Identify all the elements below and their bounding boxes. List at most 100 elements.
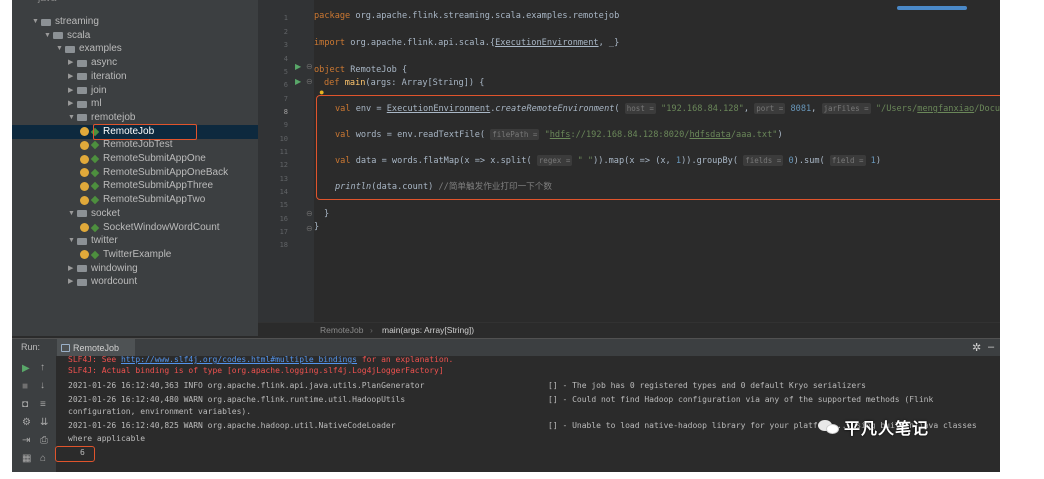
collapsed-arrow-icon[interactable]: ▶ xyxy=(68,262,77,276)
tree-item-label: TwitterExample xyxy=(103,248,172,260)
run-tab-remotejob[interactable]: RemoteJob xyxy=(57,339,135,357)
folder-icon xyxy=(77,278,87,286)
run-gutter-icon[interactable]: ▶ xyxy=(295,62,301,72)
line-number: 1 xyxy=(283,14,288,22)
folder-icon xyxy=(77,100,87,108)
tree-item-socket[interactable]: ▼ socket xyxy=(12,207,258,221)
tree-item-remotesubmitappthree[interactable]: RemoteSubmitAppThree xyxy=(12,179,258,193)
tree-item-twitter[interactable]: ▼ twitter xyxy=(12,234,258,248)
expanded-arrow-icon[interactable]: ▼ xyxy=(68,234,77,248)
tree-item-label: wordcount xyxy=(91,276,138,288)
watermark-text: 平凡人笔记 xyxy=(844,419,930,438)
expanded-arrow-icon[interactable]: ▼ xyxy=(56,42,65,56)
camera-icon[interactable]: ◘ xyxy=(22,400,28,410)
tree-item-examples[interactable]: ▼ examples xyxy=(12,42,258,56)
tree-item-label: iteration xyxy=(91,70,127,82)
executable-marker-icon xyxy=(90,154,100,164)
line-number: 6 xyxy=(283,81,288,89)
console-icon xyxy=(61,344,70,352)
folder-icon xyxy=(77,265,87,273)
tree-item-iteration[interactable]: ▶ iteration xyxy=(12,70,258,84)
watermark: 平凡人笔记 xyxy=(818,414,929,440)
tree-item-label: streaming xyxy=(55,16,99,27)
tree-item-ml[interactable]: ▶ ml xyxy=(12,97,258,111)
tree-item-socketwindowwordcount[interactable]: SocketWindowWordCount xyxy=(12,221,258,235)
collapsed-arrow-icon[interactable]: ▶ xyxy=(68,275,77,289)
tree-item-windowing[interactable]: ▶ windowing xyxy=(12,262,258,276)
run-gutter-icon[interactable]: ▶ xyxy=(295,77,301,87)
folder-icon xyxy=(77,114,87,122)
scroll-up-icon[interactable]: ↑ xyxy=(40,363,45,373)
collapsed-arrow-icon[interactable]: ▶ xyxy=(68,70,77,84)
tree-item-remotesubmitapponeback[interactable]: RemoteSubmitAppOneBack xyxy=(12,166,258,180)
print-icon[interactable]: ⎙ xyxy=(40,436,48,446)
line-number: 13 xyxy=(279,175,288,183)
project-tree[interactable]: java ▼streaming▼scala▼examples▶async▶ite… xyxy=(12,0,258,336)
fold-icon[interactable]: ⊖ xyxy=(306,224,313,234)
breadcrumb-item-method[interactable]: main(args: Array[String]) xyxy=(382,323,474,338)
fold-icon[interactable]: ⊖ xyxy=(306,77,313,87)
console-link[interactable]: http://www.slf4j.org/codes.html#multiple… xyxy=(121,356,357,364)
breadcrumb-item-object[interactable]: RemoteJob xyxy=(320,323,363,338)
executable-marker-icon xyxy=(90,223,100,232)
collapsed-arrow-icon[interactable]: ▶ xyxy=(68,56,77,70)
scroll-to-end-icon[interactable]: ⇊ xyxy=(40,418,48,428)
folder-icon xyxy=(65,45,75,53)
tree-item-label: examples xyxy=(79,43,122,55)
scala-object-icon xyxy=(80,154,89,164)
minimize-icon[interactable]: – xyxy=(988,341,994,353)
expanded-arrow-icon[interactable]: ▼ xyxy=(68,207,77,221)
settings-icon[interactable]: ⚙ xyxy=(22,418,31,428)
exit-icon[interactable]: ⇥ xyxy=(22,436,30,446)
tree-item-remotejob[interactable]: ▼ remotejob xyxy=(12,111,258,125)
tree-item-remotesubmitapptwo[interactable]: RemoteSubmitAppTwo xyxy=(12,193,258,207)
breadcrumb: RemoteJob › main(args: Array[String]) xyxy=(258,322,1000,338)
collapsed-arrow-icon[interactable]: ▶ xyxy=(68,97,77,111)
console-line: 2021-01-26 16:12:40,363 INFO org.apache.… xyxy=(68,381,425,390)
tree-item-remotesubmitappone[interactable]: RemoteSubmitAppOne xyxy=(12,152,258,166)
tree-item-remotejobtest[interactable]: RemoteJobTest xyxy=(12,138,258,152)
tree-item-label: RemoteSubmitAppOne xyxy=(103,153,206,164)
scroll-down-icon[interactable]: ↓ xyxy=(40,381,45,391)
console-line: 2021-01-26 16:12:40,480 WARN org.apache.… xyxy=(68,395,406,404)
executable-marker-icon xyxy=(90,168,100,177)
tree-item-scala[interactable]: ▼ scala xyxy=(12,29,258,43)
soft-wrap-icon[interactable]: ≡ xyxy=(40,400,46,410)
expanded-arrow-icon[interactable]: ▼ xyxy=(68,111,77,125)
tree-item-streaming[interactable]: ▼ streaming xyxy=(12,15,258,29)
console-line-message: [] - Could not find Hadoop configuration… xyxy=(548,395,934,404)
tree-item-twitterexample[interactable]: TwitterExample xyxy=(12,248,258,262)
line-number: 4 xyxy=(283,55,288,63)
layout-icon[interactable]: ▦ xyxy=(22,454,31,464)
scala-object-icon xyxy=(80,195,89,205)
editor-scrollbar[interactable] xyxy=(897,6,967,10)
stop-icon[interactable]: ■ xyxy=(22,382,28,392)
tree-item-label: RemoteSubmitAppTwo xyxy=(103,194,206,206)
rerun-icon[interactable]: ▶ xyxy=(22,364,30,374)
fold-icon[interactable]: ⊖ xyxy=(306,62,313,72)
expanded-arrow-icon[interactable]: ▼ xyxy=(44,29,53,43)
breadcrumb-separator: › xyxy=(370,325,373,335)
run-tab-label: RemoteJob xyxy=(73,343,120,353)
line-number: 5 xyxy=(283,68,288,76)
code-line-6: def main(args: Array[String]) { xyxy=(324,78,485,88)
tree-item-label: ml xyxy=(91,98,102,110)
pin-icon[interactable]: ⌂ xyxy=(40,454,46,464)
line-number: 17 xyxy=(279,228,288,236)
executable-marker-icon xyxy=(90,250,100,260)
tree-item-join[interactable]: ▶ join xyxy=(12,84,258,98)
scala-object-icon xyxy=(80,168,89,178)
fold-icon[interactable]: ⊖ xyxy=(306,209,313,219)
scala-object-icon xyxy=(80,181,89,191)
tree-item-async[interactable]: ▶ async xyxy=(12,56,258,70)
tree-item-label: async xyxy=(91,57,118,69)
folder-icon xyxy=(53,32,63,40)
expanded-arrow-icon[interactable]: ▼ xyxy=(32,15,41,29)
gear-icon[interactable]: ✲ xyxy=(972,341,981,354)
collapsed-arrow-icon[interactable]: ▶ xyxy=(68,84,77,98)
tree-item-label: windowing xyxy=(91,262,138,274)
run-tool-window-header: Run: RemoteJob ✲ – xyxy=(12,338,1000,357)
console-line: where applicable xyxy=(68,434,146,443)
folder-icon xyxy=(41,18,51,26)
tree-item-wordcount[interactable]: ▶ wordcount xyxy=(12,275,258,289)
